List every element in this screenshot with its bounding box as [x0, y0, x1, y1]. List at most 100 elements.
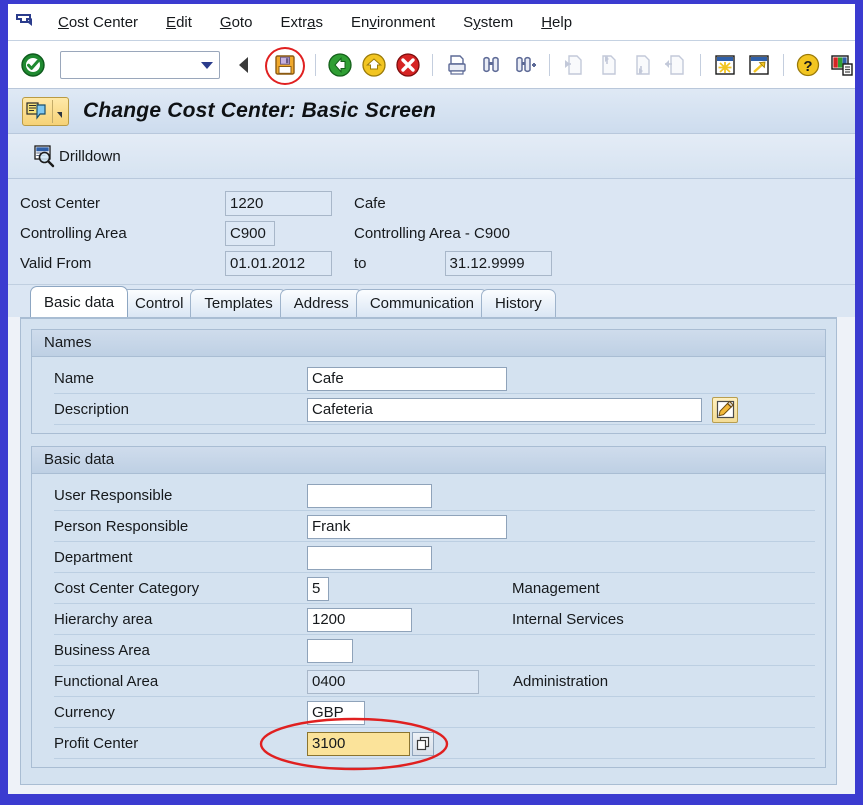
create-shortcut-button[interactable]: [744, 50, 774, 80]
cost-center-category-input[interactable]: 5: [307, 576, 329, 601]
system-menu-icon[interactable]: [14, 11, 36, 33]
field-row-name: Name Cafe: [32, 363, 825, 394]
menu-item-help[interactable]: Help: [527, 12, 586, 33]
field-row-cost-center-category: Cost Center Category 5 Management: [32, 573, 825, 604]
create-session-button[interactable]: [710, 50, 740, 80]
group-names-title: Names: [32, 330, 825, 357]
hierarchy-area-label: Hierarchy area: [54, 611, 153, 628]
field-row-person-responsible: Person Responsible Frank: [32, 511, 825, 542]
description-edit-button[interactable]: [712, 396, 738, 423]
row-divider: [54, 758, 815, 759]
header-row-cost-center: Cost Center 1220 Cafe: [20, 188, 855, 218]
tab-label: History: [495, 295, 542, 312]
toolbar-separator: [432, 53, 433, 76]
first-page-button[interactable]: [559, 50, 589, 80]
user-responsible-input[interactable]: [307, 483, 432, 508]
last-page-button[interactable]: [661, 50, 691, 80]
help-button[interactable]: ?: [793, 50, 823, 80]
group-basic-data-body: User Responsible Person Responsible Frank D…: [32, 474, 825, 767]
tab-panel-basic-data: Names Name Cafe Description Cafeteria Ba…: [20, 317, 837, 785]
find-next-button[interactable]: [510, 50, 540, 80]
person-responsible-input[interactable]: Frank: [307, 514, 507, 539]
command-input[interactable]: [65, 53, 215, 76]
drilldown-button[interactable]: Drilldown: [32, 144, 121, 168]
hierarchy-area-input[interactable]: 1200: [307, 607, 412, 632]
transaction-menu-button[interactable]: [22, 96, 69, 126]
valid-to-input[interactable]: 31.12.9999: [444, 250, 552, 276]
cost-center-category-description: Management: [512, 580, 600, 597]
save-button[interactable]: [265, 46, 305, 85]
tab-communication[interactable]: Communication: [355, 289, 489, 317]
enter-button[interactable]: [18, 50, 48, 80]
menu-item-edit[interactable]: Edit: [152, 12, 206, 33]
description-input[interactable]: Cafeteria: [307, 397, 702, 422]
functional-area-description: Administration: [513, 673, 609, 690]
page-title: Change Cost Center: Basic Screen: [83, 99, 437, 122]
valid-from-label: Valid From: [20, 254, 92, 272]
menu-item-system[interactable]: System: [449, 12, 527, 33]
menu-item-extras[interactable]: Extras: [266, 12, 337, 33]
business-area-label: Business Area: [54, 642, 150, 659]
pencil-edit-icon: [716, 400, 734, 419]
department-label: Department: [54, 549, 133, 566]
menu-item-cost-center[interactable]: Cost Center: [44, 12, 152, 33]
tab-label: Basic data: [44, 293, 115, 311]
tab-address[interactable]: Address: [279, 289, 363, 317]
menu-bar: Cost Center Edit Goto Extras Environment…: [8, 4, 855, 41]
user-responsible-label: User Responsible: [54, 487, 173, 504]
exit-button[interactable]: [359, 50, 389, 80]
tab-basic-data[interactable]: Basic data: [30, 286, 129, 317]
find-button[interactable]: [476, 50, 506, 80]
row-divider: [54, 424, 815, 425]
toolbar-separator: [315, 53, 316, 76]
drilldown-magnifier-icon: [34, 145, 55, 168]
functional-area-label: Functional Area: [54, 673, 159, 690]
cost-center-label: Cost Center: [20, 194, 101, 212]
menu-item-environment[interactable]: Environment: [337, 12, 449, 33]
transaction-menu-icon: [26, 101, 46, 120]
functional-area-input[interactable]: 0400: [307, 669, 479, 694]
customize-layout-button[interactable]: [827, 50, 855, 80]
field-row-profit-center: Profit Center 3100: [32, 728, 825, 759]
previous-page-button[interactable]: [593, 50, 623, 80]
application-toolbar: Drilldown: [8, 134, 855, 179]
next-page-button[interactable]: [627, 50, 657, 80]
controlling-area-input[interactable]: C900: [225, 220, 275, 246]
print-button[interactable]: [442, 50, 472, 80]
tab-strip: Basic data Control Templates Address Communi…: [8, 285, 855, 317]
currency-label: Currency: [54, 704, 115, 721]
command-field[interactable]: [60, 50, 220, 79]
description-label: Description: [54, 401, 130, 418]
toolbar-separator: [549, 53, 550, 76]
group-names: Names Name Cafe Description Cafeteria: [31, 329, 826, 434]
svg-text:?: ?: [803, 58, 812, 75]
cancel-button[interactable]: [393, 50, 423, 80]
field-row-user-responsible: User Responsible: [32, 480, 825, 511]
field-row-department: Department: [32, 542, 825, 573]
field-row-functional-area: Functional Area 0400 Administration: [32, 666, 825, 697]
tab-templates[interactable]: Templates: [190, 289, 287, 317]
header-row-valid-from: Valid From 01.01.2012 to 31.12.9999: [20, 248, 855, 278]
hierarchy-area-description: Internal Services: [512, 611, 624, 628]
cost-center-input[interactable]: 1220: [225, 190, 332, 216]
toolbar-separator: [783, 53, 784, 76]
person-responsible-label: Person Responsible: [54, 518, 189, 535]
chevron-down-icon[interactable]: [201, 61, 213, 69]
valid-to-label: to: [354, 254, 367, 272]
back-button[interactable]: [325, 50, 355, 80]
business-area-input[interactable]: [307, 638, 353, 663]
valid-from-input[interactable]: 01.01.2012: [225, 250, 332, 276]
currency-input[interactable]: GBP: [307, 700, 365, 725]
tab-label: Control: [135, 295, 184, 312]
chevron-down-icon[interactable]: [57, 112, 62, 118]
tab-control[interactable]: Control: [121, 289, 198, 317]
menu-item-goto[interactable]: Goto: [206, 12, 267, 33]
name-input[interactable]: Cafe: [307, 366, 507, 391]
profit-center-lookup-button[interactable]: [412, 731, 434, 756]
button-divider: [52, 99, 53, 123]
tab-history[interactable]: History: [481, 289, 556, 317]
toolbar-collapse-left-icon[interactable]: [230, 50, 260, 80]
profit-center-input[interactable]: 3100: [307, 731, 410, 756]
department-input[interactable]: [307, 545, 432, 570]
controlling-area-label: Controlling Area: [20, 224, 127, 242]
